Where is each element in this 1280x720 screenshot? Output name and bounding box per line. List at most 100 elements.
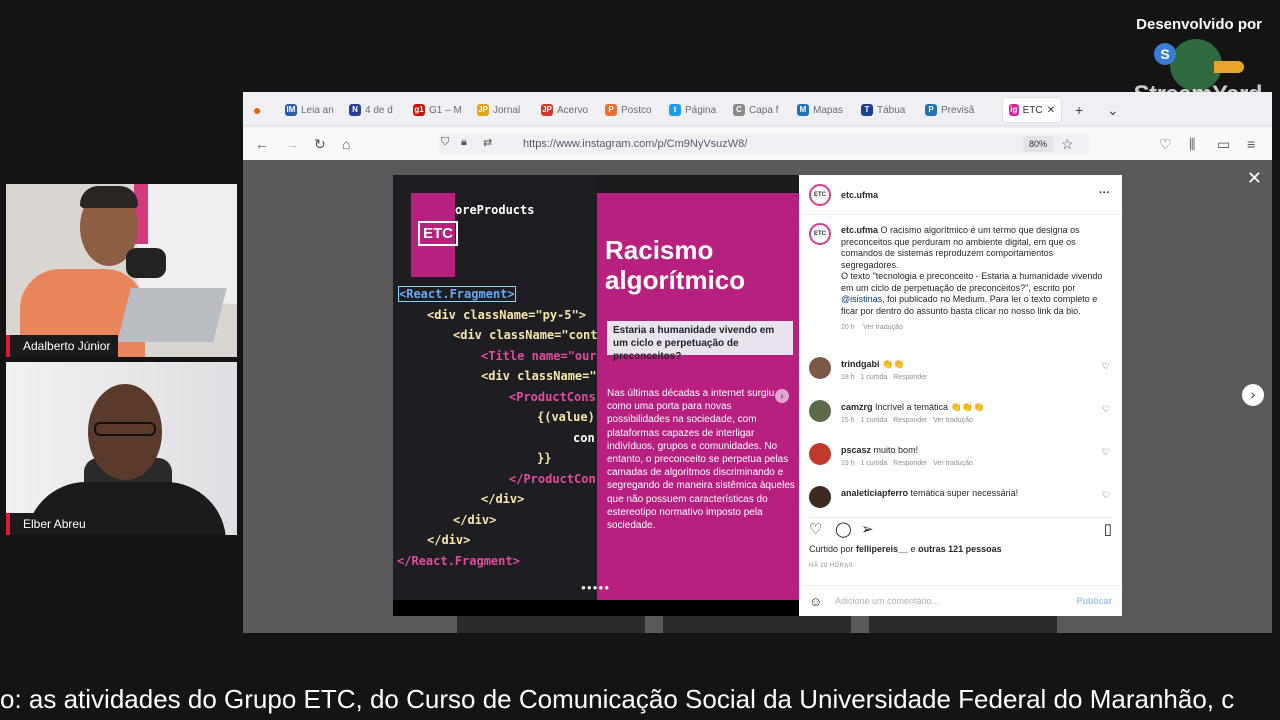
library-icon[interactable]: ⫼ — [1189, 136, 1195, 153]
bookmark-star-icon[interactable]: ☆ — [1061, 136, 1074, 153]
reload-icon[interactable]: ↻ — [314, 136, 326, 153]
background-wall — [137, 184, 237, 304]
tab-label: Jornal — [493, 104, 521, 116]
ticker-banner: o: as atividades do Grupo ETC, do Curso … — [0, 676, 1280, 720]
commenter-username[interactable]: analeticiapferro — [841, 488, 908, 498]
permissions-icon[interactable]: ⇄ — [483, 136, 492, 149]
tab-label: 4 de d — [365, 104, 393, 116]
zoom-level[interactable]: 80% — [1023, 136, 1054, 152]
glasses — [94, 422, 156, 436]
browser-tab[interactable]: T Tábua — [861, 98, 917, 122]
tab-label: Postco — [621, 104, 652, 116]
s-badge-icon: S — [1154, 43, 1176, 65]
tab-label: G1 – M — [429, 104, 462, 116]
comment-icon[interactable]: ◯ — [835, 520, 852, 538]
commenter-avatar[interactable] — [809, 400, 831, 422]
tab-favicon-icon: M — [797, 104, 809, 116]
close-icon[interactable]: ✕ — [1247, 168, 1262, 189]
forward-icon[interactable]: → — [285, 136, 299, 152]
browser-tab[interactable]: C Capa f — [733, 98, 789, 122]
menu-icon[interactable]: ≡ — [1247, 136, 1255, 152]
commenter-avatar[interactable] — [809, 486, 831, 508]
browser-tab[interactable]: t Página — [669, 98, 725, 122]
carousel-dots: ●●●●● — [581, 583, 611, 592]
browser-tab[interactable]: g1 G1 – M — [413, 98, 469, 122]
tab-label: Capa f — [749, 104, 779, 116]
emoji-icon[interactable]: ☺ — [809, 594, 822, 609]
tab-favicon-icon: t — [669, 104, 681, 116]
participant-name-label: Elber Abreu — [6, 513, 94, 535]
caption-username[interactable]: etc.ufma — [841, 225, 878, 235]
comment-input[interactable]: Adicione um comentário... — [835, 596, 939, 606]
more-options-icon[interactable]: ··· — [1099, 187, 1110, 199]
code-line: {(value) — [537, 410, 595, 424]
browser-tab[interactable]: P Postco — [605, 98, 661, 122]
commenter-avatar[interactable] — [809, 443, 831, 465]
pocket-icon[interactable]: ♡ — [1159, 136, 1172, 153]
code-line: }} — [537, 451, 552, 465]
browser-tab[interactable]: ig ETC ✕ — [1003, 98, 1061, 122]
close-tab-icon[interactable]: ✕ — [1047, 105, 1055, 116]
carousel-next-button[interactable]: › — [775, 389, 789, 403]
comment-like-icon[interactable]: ♡ — [1102, 490, 1110, 501]
home-icon[interactable]: ⌂ — [342, 136, 350, 152]
comment-row: camzrg Incrível a temática 👏👏👏 15 h 1 cur… — [809, 400, 1112, 436]
account-avatar[interactable]: ETC — [809, 184, 831, 206]
url-text[interactable]: https://www.instagram.com/p/Cm9NyVsuzW8/ — [523, 138, 747, 150]
shield-icon[interactable]: ⛉ — [441, 136, 449, 149]
back-icon[interactable]: ← — [255, 136, 269, 152]
comment-body: temática super necessária! — [910, 488, 1019, 498]
commenter-avatar[interactable] — [809, 357, 831, 379]
post-timestamp: HÁ 20 HORAS — [809, 563, 854, 569]
firefox-icon[interactable]: ● — [253, 102, 261, 118]
participant-name-label: Adalberto Júnior — [6, 335, 119, 357]
publish-button[interactable]: Publicar — [1076, 596, 1112, 606]
likes-summary[interactable]: Curtido por fellipereis__ e outras 121 p… — [809, 544, 1002, 554]
comment-like-icon[interactable]: ♡ — [1102, 404, 1110, 415]
commenter-username[interactable]: pscasz — [841, 445, 871, 455]
caption-mention-link[interactable]: @isistinas — [841, 294, 882, 304]
comment-like-icon[interactable]: ♡ — [1102, 447, 1110, 458]
comment-meta[interactable]: 15 h 1 curtida Responder Ver tradução — [841, 417, 973, 424]
browser-tab[interactable]: M Mapas — [797, 98, 853, 122]
browser-tab[interactable]: N 4 de d — [349, 98, 405, 122]
webcam-participant-1: Adalberto Júnior — [6, 184, 237, 357]
commenter-username[interactable]: camzrg — [841, 402, 873, 412]
comment-body: 👏👏 — [882, 359, 905, 369]
browser-tab[interactable]: IM Leia an — [285, 98, 341, 122]
post-actions: ♡ ◯ ➢ ▯ — [809, 517, 1112, 538]
code-line: </div> — [427, 533, 471, 547]
caption-avatar[interactable]: ETC — [809, 223, 831, 245]
comment-meta[interactable]: 19 h 1 curtida Responder Ver tradução — [841, 460, 973, 467]
account-name[interactable]: etc.ufma — [841, 190, 878, 200]
comment-like-icon[interactable]: ♡ — [1102, 361, 1110, 372]
browser-tab[interactable]: JP Jornal — [477, 98, 533, 122]
next-post-button[interactable]: › — [1242, 384, 1264, 406]
list-tabs-icon[interactable]: ⌄ — [1107, 102, 1119, 119]
see-translation-link[interactable]: Ver tradução — [863, 324, 903, 331]
new-tab-icon[interactable]: + — [1075, 102, 1083, 118]
share-send-icon[interactable]: ➢ — [861, 520, 874, 538]
sidebar-icon[interactable]: ▭ — [1217, 136, 1230, 153]
save-bookmark-icon[interactable]: ▯ — [1104, 520, 1112, 538]
tab-favicon-icon: g1 — [413, 104, 425, 116]
likes-others[interactable]: outras 121 pessoas — [918, 544, 1002, 554]
comment-meta[interactable]: 18 h 1 curtida Responder — [841, 374, 927, 381]
browser-tab[interactable]: JP Acervo — [541, 98, 597, 122]
browser-tab[interactable]: P Previsã — [925, 98, 981, 122]
comment-text: analeticiapferro temática super necessár… — [841, 488, 1018, 498]
comment-row: pscasz muito bom! 19 h 1 curtida Responde… — [809, 443, 1112, 479]
post-image[interactable]: ETC oreProducts <React.Fragment> <div cla… — [393, 175, 799, 600]
commenter-username[interactable]: trindgabi — [841, 359, 880, 369]
title-panel: Racismo algorítmico Estaria a humanidade… — [597, 193, 799, 600]
like-heart-icon[interactable]: ♡ — [809, 520, 822, 538]
comment-text: trindgabi 👏👏 — [841, 359, 904, 370]
caption-time: 20 h — [841, 324, 855, 331]
post-header: ETC etc.ufma ··· — [799, 175, 1122, 215]
post-subtitle: Estaria a humanidade vivendo em um ciclo… — [607, 321, 793, 362]
lock-icon[interactable]: 🔒︎ — [461, 136, 467, 149]
code-header: oreProducts — [455, 203, 535, 217]
code-line: </ProductCon — [509, 471, 596, 486]
likes-user[interactable]: fellipereis__ — [856, 544, 908, 554]
background-thumbnail — [457, 616, 645, 633]
